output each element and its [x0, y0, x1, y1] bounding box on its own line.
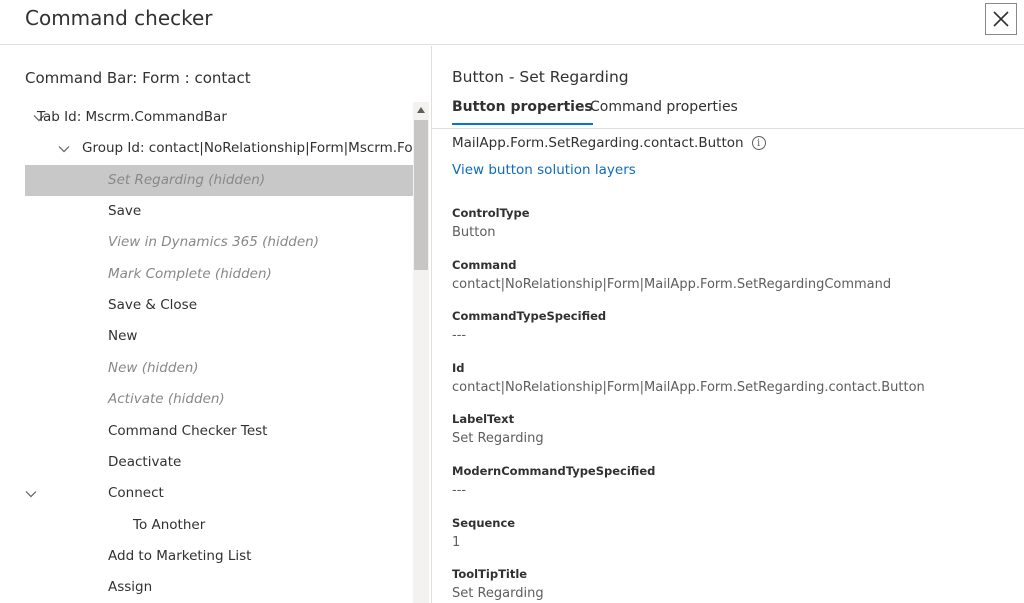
- chevron-down-icon[interactable]: [58, 143, 70, 155]
- property-value: Button: [452, 225, 496, 240]
- active-tab-indicator: [452, 123, 593, 125]
- tree-item-label: New (hidden): [108, 359, 199, 376]
- tree-item[interactable]: Group Id: contact|NoRelationship|Form|Ms…: [25, 133, 413, 164]
- property-value: ---: [452, 328, 467, 343]
- tree-item[interactable]: Connect: [25, 478, 413, 509]
- command-bar-heading: Command Bar: Form : contact: [25, 69, 251, 87]
- dialog-title: Command checker: [25, 6, 213, 30]
- tree-item[interactable]: New (hidden): [25, 353, 413, 384]
- property-value: 1: [452, 535, 461, 550]
- tree-item[interactable]: Deactivate: [25, 447, 413, 478]
- property-label: ToolTipTitle: [452, 567, 528, 581]
- close-button[interactable]: [985, 3, 1017, 35]
- property-item: CommandTypeSpecified ---: [452, 309, 1012, 343]
- button-id: MailApp.Form.SetRegarding.contact.Button…: [452, 135, 766, 151]
- tree-item-label: Mark Complete (hidden): [108, 265, 272, 282]
- property-label: LabelText: [452, 412, 515, 426]
- tree-item[interactable]: Save: [25, 196, 413, 227]
- property-label: ControlType: [452, 206, 530, 220]
- tree-item[interactable]: To Another: [25, 510, 413, 541]
- tree-item-label: Deactivate: [108, 453, 182, 470]
- property-item: Sequence 1: [452, 516, 1012, 550]
- property-value: contact|NoRelationship|Form|MailApp.Form…: [452, 380, 925, 395]
- command-tree-pane: Command Bar: Form : contact Tab Id: Mscr…: [0, 46, 432, 603]
- tree-item-label: Connect: [108, 485, 164, 502]
- property-value: ---: [452, 483, 467, 498]
- tree-item[interactable]: Activate (hidden): [25, 384, 413, 415]
- tree-item[interactable]: Mark Complete (hidden): [25, 259, 413, 290]
- tab-label: Button properties: [452, 99, 593, 115]
- tree-item[interactable]: Save & Close: [25, 290, 413, 321]
- tree-item-label: Assign: [108, 579, 153, 596]
- tree-item[interactable]: New: [25, 321, 413, 352]
- property-item: Id contact|NoRelationship|Form|MailApp.Fo…: [452, 361, 1012, 395]
- property-label: Id: [452, 361, 465, 375]
- tab-label: Command properties: [590, 99, 738, 115]
- tree-scrollbar[interactable]: [413, 102, 429, 603]
- tree-item[interactable]: Add to Marketing List: [25, 541, 413, 572]
- tree-item-label: Set Regarding (hidden): [108, 171, 266, 188]
- caret-up-icon: [417, 107, 425, 113]
- property-value: Set Regarding: [452, 431, 544, 446]
- property-item: ControlType Button: [452, 206, 1012, 240]
- property-item: LabelText Set Regarding: [452, 412, 1012, 446]
- info-icon[interactable]: i: [751, 136, 766, 150]
- tree-item-label: New: [108, 328, 138, 345]
- tree-item[interactable]: Set Regarding (hidden): [25, 164, 413, 196]
- tree-item-label: Activate (hidden): [108, 391, 225, 408]
- command-tree: Tab Id: Mscrm.CommandBar Group Id: contac…: [25, 102, 413, 603]
- tree-item-label: Add to Marketing List: [108, 547, 252, 564]
- close-icon: [993, 11, 1009, 27]
- details-heading: Button - Set Regarding: [452, 68, 629, 86]
- tree-item-label: Save & Close: [108, 297, 198, 314]
- view-button-solution-layers-link[interactable]: View button solution layers: [452, 162, 636, 178]
- property-label: Sequence: [452, 516, 516, 530]
- tree-item[interactable]: Tab Id: Mscrm.CommandBar: [25, 102, 413, 133]
- tab-divider: [432, 128, 1024, 129]
- tree-item-label: View in Dynamics 365 (hidden): [108, 234, 319, 251]
- scroll-thumb[interactable]: [414, 120, 428, 270]
- tree-item[interactable]: Assign: [25, 572, 413, 603]
- property-label: Command: [452, 258, 517, 272]
- dialog-header: Command checker: [0, 0, 1024, 45]
- tree-item[interactable]: Command Checker Test: [25, 416, 413, 447]
- tree-item-label: Save: [108, 203, 142, 220]
- scroll-up-button[interactable]: [413, 102, 429, 118]
- tree-item-label: Command Checker Test: [108, 422, 268, 439]
- property-value: contact|NoRelationship|Form|MailApp.Form…: [452, 277, 892, 292]
- details-pane: Button - Set Regarding Button properties…: [432, 46, 1024, 603]
- tree-item-label: To Another: [133, 516, 206, 533]
- tab-button-properties[interactable]: Button properties: [452, 99, 593, 125]
- tree-item[interactable]: View in Dynamics 365 (hidden): [25, 227, 413, 258]
- button-id-text: MailApp.Form.SetRegarding.contact.Button: [452, 135, 744, 151]
- tab-command-properties[interactable]: Command properties: [590, 99, 738, 115]
- property-item: Command contact|NoRelationship|Form|MailA…: [452, 258, 1012, 292]
- tree-item-label: Tab Id: Mscrm.CommandBar: [37, 109, 227, 125]
- property-item: ModernCommandTypeSpecified ---: [452, 464, 1012, 498]
- property-label: ModernCommandTypeSpecified: [452, 464, 656, 478]
- tree-item-label: Group Id: contact|NoRelationship|Form|Ms…: [82, 140, 413, 157]
- property-value: Set Regarding: [452, 586, 544, 601]
- property-item: ToolTipTitle Set Regarding: [452, 567, 1012, 601]
- property-label: CommandTypeSpecified: [452, 309, 607, 323]
- chevron-down-icon[interactable]: [25, 488, 37, 500]
